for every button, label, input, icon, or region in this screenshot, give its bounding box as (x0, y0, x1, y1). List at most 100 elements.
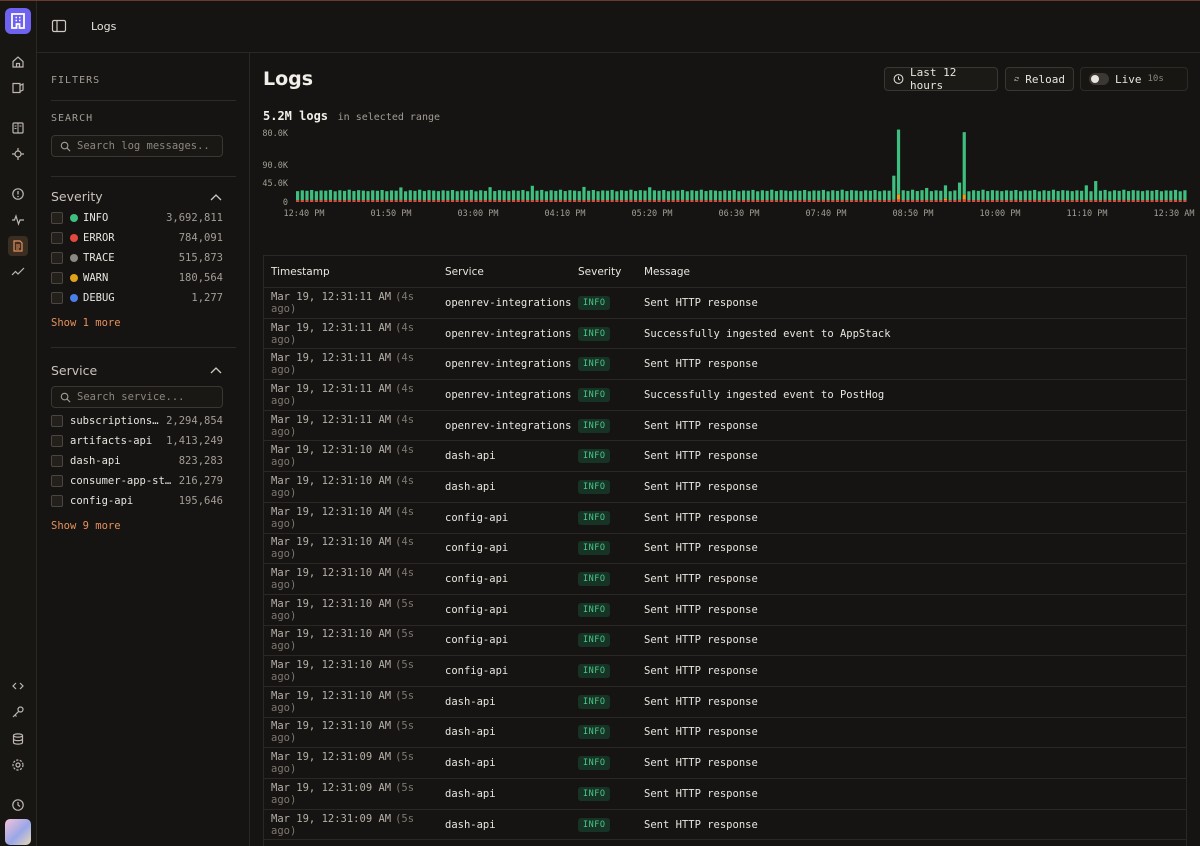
bar-error[interactable] (1141, 200, 1145, 202)
table-row[interactable]: Mar 19, 12:31:10 AM (4s ago) config-api INF… (264, 503, 1186, 534)
column-header-service[interactable]: Service (445, 266, 578, 278)
bar-error[interactable] (460, 200, 464, 202)
bar-error[interactable] (1023, 200, 1027, 202)
bar-error[interactable] (676, 200, 680, 202)
bar-error[interactable] (821, 199, 825, 202)
bar-info[interactable] (352, 191, 356, 201)
bar-info[interactable] (1080, 190, 1084, 201)
bar-info[interactable] (1004, 190, 1009, 201)
bar-info[interactable] (591, 190, 595, 200)
bar-info[interactable] (723, 190, 727, 201)
checkbox[interactable] (51, 475, 63, 487)
bar-info[interactable] (906, 190, 910, 201)
bar-error[interactable] (479, 200, 483, 202)
bar-info[interactable] (333, 191, 337, 201)
bar-info[interactable] (1169, 190, 1173, 201)
bar-info[interactable] (305, 190, 309, 201)
bar-info[interactable] (845, 191, 849, 201)
severity-filter-error[interactable]: ERROR 784,091 (51, 229, 223, 247)
bar-error[interactable] (1145, 200, 1149, 202)
checkbox[interactable] (51, 455, 63, 467)
bar-info[interactable] (831, 190, 835, 201)
bar-info[interactable] (1164, 190, 1168, 201)
bar-error[interactable] (563, 200, 567, 202)
bar-error[interactable] (558, 199, 563, 202)
bar-info[interactable] (432, 190, 436, 201)
bar-error[interactable] (671, 200, 675, 202)
bar-error[interactable] (1164, 200, 1168, 202)
bar-error[interactable] (652, 200, 656, 202)
bar-error[interactable] (868, 200, 872, 202)
bar-info[interactable] (375, 190, 379, 201)
bar-info[interactable] (666, 191, 671, 201)
bar-info[interactable] (878, 191, 882, 201)
bar-error[interactable] (587, 200, 591, 202)
bar-info[interactable] (873, 190, 877, 200)
bar-info[interactable] (300, 190, 304, 201)
bar-error[interactable] (986, 200, 990, 202)
service-group-title[interactable]: Service (51, 363, 97, 378)
bar-info[interactable] (652, 190, 656, 201)
bar-info[interactable] (497, 190, 502, 201)
bar-error[interactable] (911, 199, 915, 202)
bar-error[interactable] (596, 200, 600, 202)
bar-error[interactable] (1112, 200, 1117, 202)
bar-error[interactable] (455, 200, 459, 202)
bar-info[interactable] (601, 190, 605, 201)
bar-warn[interactable] (943, 198, 948, 201)
table-row[interactable]: Mar 19, 12:31:11 AM (4s ago) openrev-integ… (264, 411, 1186, 442)
bar-error[interactable] (333, 200, 337, 202)
bar-info[interactable] (535, 190, 539, 201)
bar-info[interactable] (1183, 190, 1187, 201)
bar-error[interactable] (319, 200, 323, 202)
bar-error[interactable] (849, 200, 854, 202)
table-row[interactable]: Mar 19, 12:31:09 AM (5s ago) dash-api INFO S… (264, 810, 1186, 841)
bar-error[interactable] (1173, 199, 1178, 202)
checkbox[interactable] (51, 252, 63, 264)
alert-circle-icon[interactable] (8, 184, 28, 204)
bar-info[interactable] (615, 191, 619, 201)
bar-info[interactable] (901, 190, 905, 201)
bar-error[interactable] (507, 200, 511, 202)
bar-info[interactable] (718, 191, 722, 201)
inbox-flag-icon[interactable] (8, 78, 28, 98)
bar-info[interactable] (328, 189, 333, 200)
bar-error[interactable] (436, 200, 441, 202)
bar-error[interactable] (648, 200, 652, 202)
bar-error[interactable] (901, 200, 905, 202)
bar-error[interactable] (530, 200, 534, 202)
bar-error[interactable] (521, 199, 525, 202)
bar-error[interactable] (1089, 200, 1093, 202)
bar-info[interactable] (643, 190, 647, 201)
bar-error[interactable] (1051, 199, 1056, 202)
bar-info[interactable] (1098, 190, 1102, 201)
bar-info[interactable] (953, 190, 957, 201)
bar-error[interactable] (948, 200, 952, 202)
bar-info[interactable] (943, 185, 948, 199)
service-filter-item[interactable]: config-api 195,646 (51, 492, 223, 510)
table-row[interactable]: Mar 19, 12:31:10 AM (5s ago) config-api INF… (264, 656, 1186, 687)
bar-error[interactable] (535, 200, 539, 202)
bar-info[interactable] (704, 191, 708, 201)
bar-error[interactable] (742, 200, 746, 202)
key-icon[interactable] (8, 702, 28, 722)
bar-error[interactable] (577, 200, 581, 202)
bar-info[interactable] (742, 190, 746, 201)
severity-filter-warn[interactable]: WARN 180,564 (51, 269, 223, 287)
bar-error[interactable] (976, 200, 980, 202)
bar-info[interactable] (967, 191, 971, 201)
bar-error[interactable] (690, 200, 694, 202)
bar-error[interactable] (361, 200, 365, 202)
bar-info[interactable] (577, 191, 581, 201)
bar-error[interactable] (774, 200, 779, 202)
checkbox[interactable] (51, 272, 63, 284)
table-row[interactable]: Mar 19, 12:31:09 AM (5s ago) dash-api INFO S… (264, 748, 1186, 779)
book-icon[interactable] (8, 118, 28, 138)
bar-info[interactable] (976, 190, 980, 201)
bar-info[interactable] (1131, 190, 1135, 201)
bar-error[interactable] (1183, 200, 1187, 202)
service-filter-item[interactable]: artifacts-api 1,413,249 (51, 432, 223, 450)
bar-error[interactable] (469, 199, 473, 202)
bar-info[interactable] (788, 191, 793, 201)
bar-info[interactable] (779, 190, 783, 201)
